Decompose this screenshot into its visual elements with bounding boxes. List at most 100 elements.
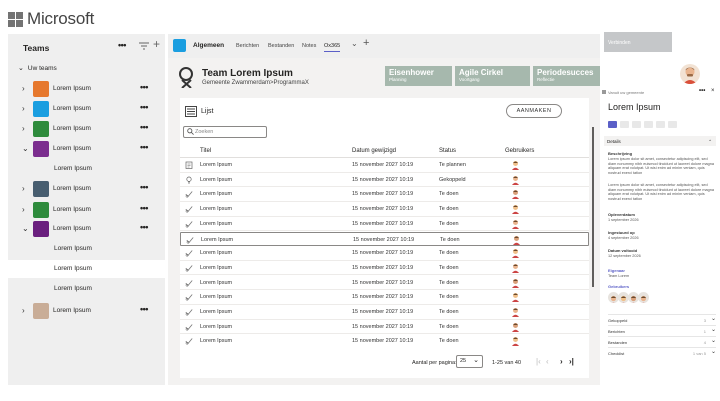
- team-avatar: [33, 81, 49, 97]
- column-header-users[interactable]: Gebruikers: [505, 148, 534, 154]
- team-item[interactable]: › Lorem Ipsum •••: [8, 100, 165, 118]
- team-item[interactable]: ⌄ Lorem Ipsum •••: [8, 220, 165, 238]
- checkmark-icon: [185, 250, 193, 257]
- column-header-title[interactable]: Titel: [200, 148, 211, 154]
- accordion-label: Checklist: [608, 351, 625, 356]
- chevron-right-icon[interactable]: ›: [22, 184, 25, 193]
- table-row[interactable]: Lorem Ipsum 15 november 2027 10:19 Te plan…: [180, 158, 589, 173]
- accordion-gekoppeld[interactable]: Gekoppeld 3 ⌄: [608, 314, 716, 324]
- team-more-button[interactable]: •••: [140, 222, 148, 232]
- column-header-date[interactable]: Datum gewijzigd: [352, 148, 396, 154]
- team-name: Lorem Ipsum: [53, 85, 91, 92]
- tile-subtitle: Planning: [389, 77, 407, 82]
- checkmark-icon: [186, 236, 194, 243]
- per-page-select[interactable]: 25 ⌄: [456, 355, 483, 368]
- user-avatar-icon: [512, 175, 519, 185]
- list-scrollbar[interactable]: [592, 127, 594, 287]
- row-status: Te doen: [439, 220, 459, 227]
- table-row[interactable]: Lorem Ipsum 15 november 2027 10:19 Te doen: [180, 320, 589, 335]
- team-item[interactable]: › Lorem Ipsum •••: [8, 80, 165, 98]
- team-item[interactable]: › Lorem Ipsum •••: [8, 180, 165, 198]
- team-item[interactable]: › Lorem Ipsum •••: [8, 120, 165, 138]
- table-row[interactable]: Lorem Ipsum 15 november 2027 10:19 Te doen: [180, 305, 589, 320]
- channel-item[interactable]: Lorem Ipsum: [8, 160, 165, 178]
- per-page-label: Aantal per pagina:: [412, 360, 457, 366]
- chevron-right-icon[interactable]: ›: [22, 205, 25, 214]
- team-item[interactable]: › Lorem Ipsum •••: [8, 302, 165, 320]
- tab-berichten[interactable]: Berichten: [236, 43, 259, 49]
- calendar-icon[interactable]: [632, 121, 641, 128]
- row-date: 15 november 2027 10:19: [352, 206, 414, 213]
- accordion-bestanden[interactable]: Bestanden 4 ⌄: [608, 336, 716, 346]
- table-row[interactable]: Lorem Ipsum 15 november 2027 10:19 Te doen: [180, 261, 589, 276]
- link-icon[interactable]: [644, 121, 653, 128]
- team-more-button[interactable]: •••: [140, 82, 148, 92]
- team-more-button[interactable]: •••: [140, 182, 148, 192]
- your-teams-toggle[interactable]: ⌄ Uw teams: [18, 64, 57, 72]
- chevron-right-icon[interactable]: ›: [22, 84, 25, 93]
- column-header-status[interactable]: Status: [439, 148, 456, 154]
- team-more-button[interactable]: •••: [140, 102, 148, 112]
- team-item[interactable]: › Lorem Ipsum •••: [8, 201, 165, 219]
- tile-eisenhower[interactable]: Eisenhower Planning: [385, 66, 452, 86]
- checkmark-icon: [185, 265, 193, 272]
- back-icon[interactable]: [668, 121, 677, 128]
- tab-ox365[interactable]: Ox365: [324, 43, 341, 52]
- chevron-down-icon[interactable]: ⌄: [22, 224, 29, 233]
- table-row[interactable]: Lorem Ipsum 15 november 2027 10:19 Te doen: [180, 276, 589, 291]
- edit-icon[interactable]: [608, 121, 617, 128]
- details-section-header[interactable]: Details ⌃: [604, 136, 716, 146]
- tab-bestanden[interactable]: Bestanden: [268, 43, 294, 49]
- check-icon[interactable]: [620, 121, 629, 128]
- team-more-button[interactable]: •••: [140, 122, 148, 132]
- team-more-button[interactable]: •••: [140, 304, 148, 314]
- chevron-down-icon[interactable]: ⌄: [22, 144, 29, 153]
- chevron-right-icon[interactable]: ›: [22, 124, 25, 133]
- team-more-button[interactable]: •••: [140, 203, 148, 213]
- star-icon[interactable]: [656, 121, 665, 128]
- row-date: 15 november 2027 10:19: [353, 236, 415, 243]
- team-item[interactable]: ⌄ Lorem Ipsum •••: [8, 140, 165, 158]
- accordion-count: 3: [703, 318, 706, 323]
- next-page-button[interactable]: ›: [560, 357, 563, 366]
- table-row[interactable]: Lorem Ipsum 15 november 2027 10:19 Te doen: [180, 187, 589, 202]
- table-row[interactable]: Lorem Ipsum 15 november 2027 10:19 Te doen: [180, 334, 589, 349]
- search-input[interactable]: Zoeken: [183, 126, 267, 138]
- table-row[interactable]: Lorem Ipsum 15 november 2027 10:19 Te doen: [180, 231, 589, 246]
- table-row[interactable]: Lorem Ipsum 15 november 2027 10:19 Gekoppe…: [180, 173, 589, 188]
- list-card: Lijst AANMAKEN Zoeken Titel Datum gewijz…: [180, 98, 589, 378]
- first-page-button[interactable]: |‹: [536, 357, 541, 366]
- user-avatar[interactable]: [680, 64, 700, 84]
- channel-item[interactable]: Lorem Ipsum: [8, 240, 165, 258]
- accordion-berichten[interactable]: Berichten 1 ⌄: [608, 325, 716, 335]
- create-button[interactable]: AANMAKEN: [506, 104, 562, 118]
- filter-icon[interactable]: [138, 41, 150, 51]
- tile-periodesucces[interactable]: Periodesucces Reflectie: [533, 66, 600, 86]
- prev-page-button[interactable]: ‹: [546, 357, 549, 366]
- accordion-label: Gekoppeld: [608, 318, 628, 323]
- channel-item[interactable]: Lorem Ipsum: [8, 260, 165, 278]
- add-tab-button[interactable]: +: [363, 37, 369, 49]
- tabs-chevron-down-icon[interactable]: ⌄: [351, 39, 358, 48]
- chevron-right-icon[interactable]: ›: [22, 306, 25, 315]
- channel-name: Algemeen: [193, 42, 225, 49]
- details-close-button[interactable]: ×: [711, 88, 715, 94]
- details-more-button[interactable]: •••: [699, 88, 705, 94]
- channel-item[interactable]: Lorem Ipsum: [8, 280, 165, 298]
- teams-more-button[interactable]: •••: [118, 40, 126, 50]
- tile-agile-cirkel[interactable]: Agile Cirkel Voortgang: [455, 66, 530, 86]
- tile-verbinden: Verbinden: [604, 32, 672, 52]
- team-more-button[interactable]: •••: [140, 142, 148, 152]
- add-team-button[interactable]: +: [153, 37, 160, 51]
- chevron-right-icon[interactable]: ›: [22, 104, 25, 113]
- accordion-checklist[interactable]: Checklist 1 van 5 ⌄: [608, 347, 716, 357]
- table-row[interactable]: Lorem Ipsum 15 november 2027 10:19 Te doen: [180, 217, 589, 232]
- last-page-button[interactable]: ›|: [569, 357, 574, 366]
- user-avatar-icon: [513, 235, 520, 245]
- details-panel: Vanuit uw gemeente ••• × Lorem Ipsum Det…: [600, 88, 720, 388]
- tab-notes[interactable]: Notes: [302, 43, 316, 49]
- table-row[interactable]: Lorem Ipsum 15 november 2027 10:19 Te doen: [180, 202, 589, 217]
- table-row[interactable]: Lorem Ipsum 15 november 2027 10:19 Te doen: [180, 246, 589, 261]
- table-row[interactable]: Lorem Ipsum 15 november 2027 10:19 Te doen: [180, 290, 589, 305]
- user-avatar[interactable]: [638, 292, 649, 303]
